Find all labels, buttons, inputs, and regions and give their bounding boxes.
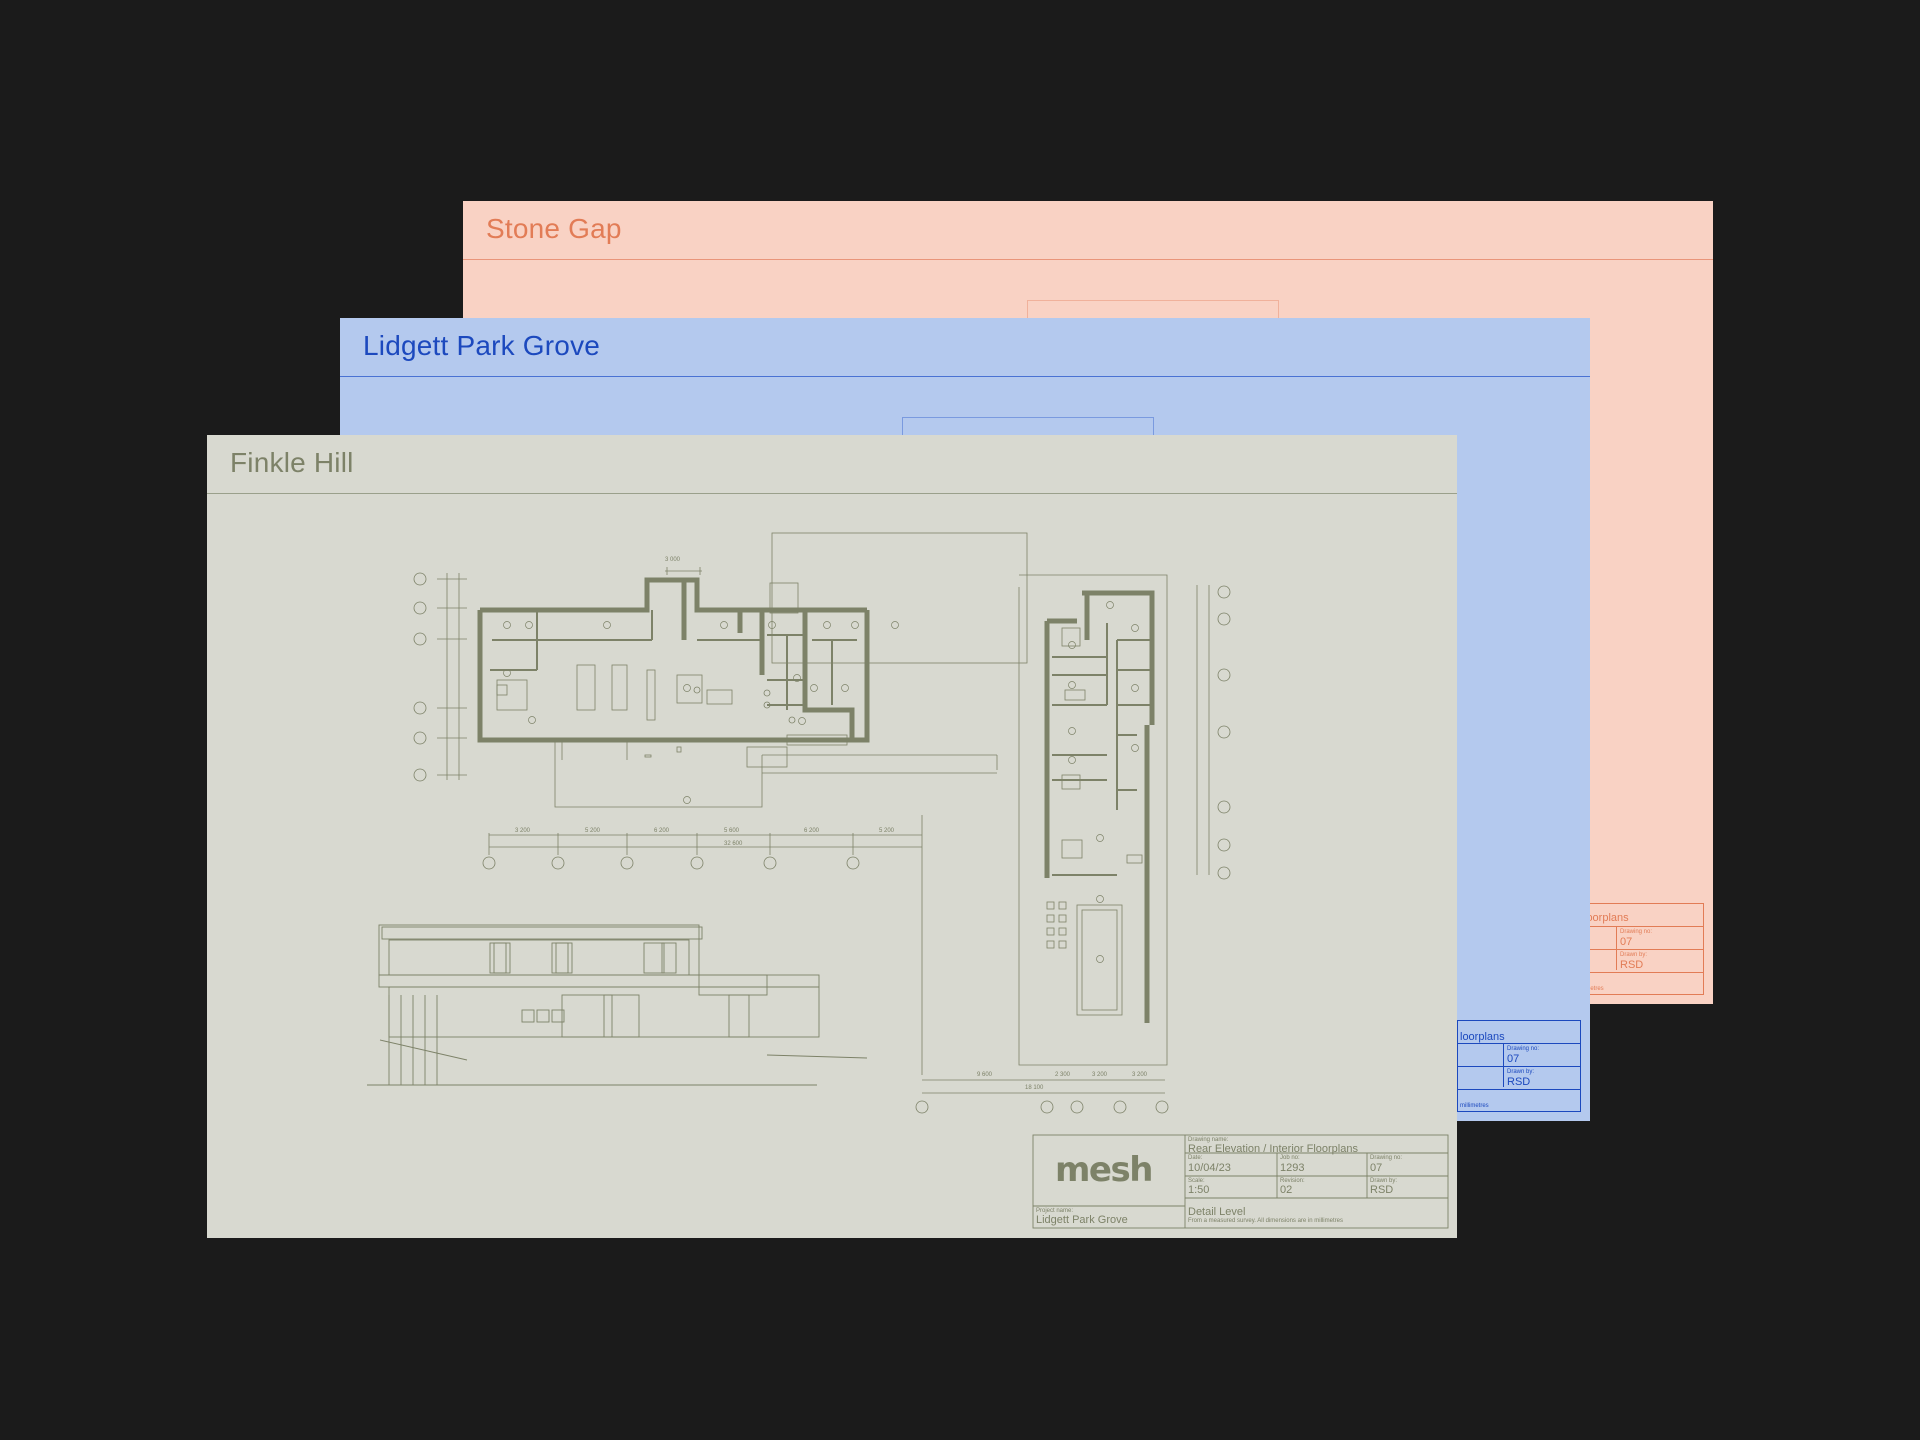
tb-divider xyxy=(1458,1043,1580,1044)
dimension-bay-6: 5 200 xyxy=(879,828,895,834)
dimension-bay-5: 6 200 xyxy=(804,828,820,834)
architectural-drawing xyxy=(367,532,1449,1229)
drawing-no-label: Drawing no: xyxy=(1370,1155,1403,1161)
drawing-name: loorplans xyxy=(1584,912,1629,924)
drawn-by: RSD xyxy=(1620,959,1644,971)
tb-divider xyxy=(1582,949,1703,950)
drawing-no-label: Drawing no: xyxy=(1507,1046,1540,1052)
rear-elevation xyxy=(367,924,868,1086)
drawn-by-label: Drawn by: xyxy=(1620,952,1648,958)
drawing-no: 07 xyxy=(1620,936,1633,948)
tb-divider xyxy=(1458,1089,1580,1090)
date: 10/04/23 xyxy=(1188,1162,1231,1174)
drawn-by-label: Drawn by: xyxy=(1507,1069,1535,1075)
drawing-no-label: Drawing no: xyxy=(1620,929,1653,935)
dimension-bay-1: 3 200 xyxy=(515,828,531,834)
title-divider xyxy=(463,259,1713,260)
dimension-right-bottom-2: 2 300 xyxy=(1055,1072,1071,1078)
detail-level: Detail Level xyxy=(1188,1206,1246,1218)
dimension-right-bottom-4: 3 200 xyxy=(1132,1072,1148,1078)
dimension-bay-3: 6 200 xyxy=(654,828,670,834)
scale: 1:50 xyxy=(1188,1184,1210,1196)
revision: 02 xyxy=(1280,1184,1293,1196)
tb-divider xyxy=(1582,972,1703,973)
dimension-bay-4: 5 600 xyxy=(724,828,740,834)
drawing-name: loorplans xyxy=(1460,1031,1505,1043)
dimension-right-bottom-1: 9 600 xyxy=(977,1072,993,1078)
date-label: Date: xyxy=(1188,1155,1203,1161)
title-block-note: millimetres xyxy=(1460,1103,1489,1109)
job-no: 1293 xyxy=(1280,1162,1305,1174)
drawn-by: RSD xyxy=(1507,1076,1531,1088)
title-block: loorplans Drawing no: 07 Drawn by: RSD i… xyxy=(1581,903,1704,995)
drawn-by: RSD xyxy=(1370,1184,1394,1196)
sheet-title: Stone Gap xyxy=(486,213,622,244)
job-no-label: Job no: xyxy=(1280,1155,1300,1161)
drawing-no: 07 xyxy=(1370,1162,1383,1174)
floor-plan-right xyxy=(915,574,1231,1114)
tb-divider xyxy=(1458,1066,1580,1067)
dimension-top: 3 000 xyxy=(665,557,681,563)
dimension-overall: 32 600 xyxy=(724,841,743,847)
dimension-bay-2: 5 200 xyxy=(585,828,601,834)
mesh-logo: mesh xyxy=(1055,1150,1153,1190)
tb-divider xyxy=(1503,1043,1504,1087)
title-divider xyxy=(340,376,1590,377)
drawing-sheet-finkle-hill[interactable]: Finkle Hill 3 000 3 200 5 200 6 200 5 60… xyxy=(207,435,1457,1238)
tb-divider xyxy=(1616,926,1617,970)
dimension-right-overall: 18 100 xyxy=(1025,1085,1044,1091)
title-block-note: From a measured survey. All dimensions a… xyxy=(1188,1218,1343,1224)
title-block: loorplans Drawing no: 07 Drawn by: RSD m… xyxy=(1457,1020,1581,1112)
drawing-name: Rear Elevation / Interior Floorplans xyxy=(1188,1143,1358,1155)
project-name: Lidgett Park Grove xyxy=(1036,1214,1128,1226)
dimension-right-bottom-3: 3 200 xyxy=(1092,1072,1108,1078)
floor-plan-left xyxy=(413,532,1028,1075)
sheet-title: Lidgett Park Grove xyxy=(363,330,601,361)
tb-divider xyxy=(1582,926,1703,927)
drawing-no: 07 xyxy=(1507,1053,1520,1065)
